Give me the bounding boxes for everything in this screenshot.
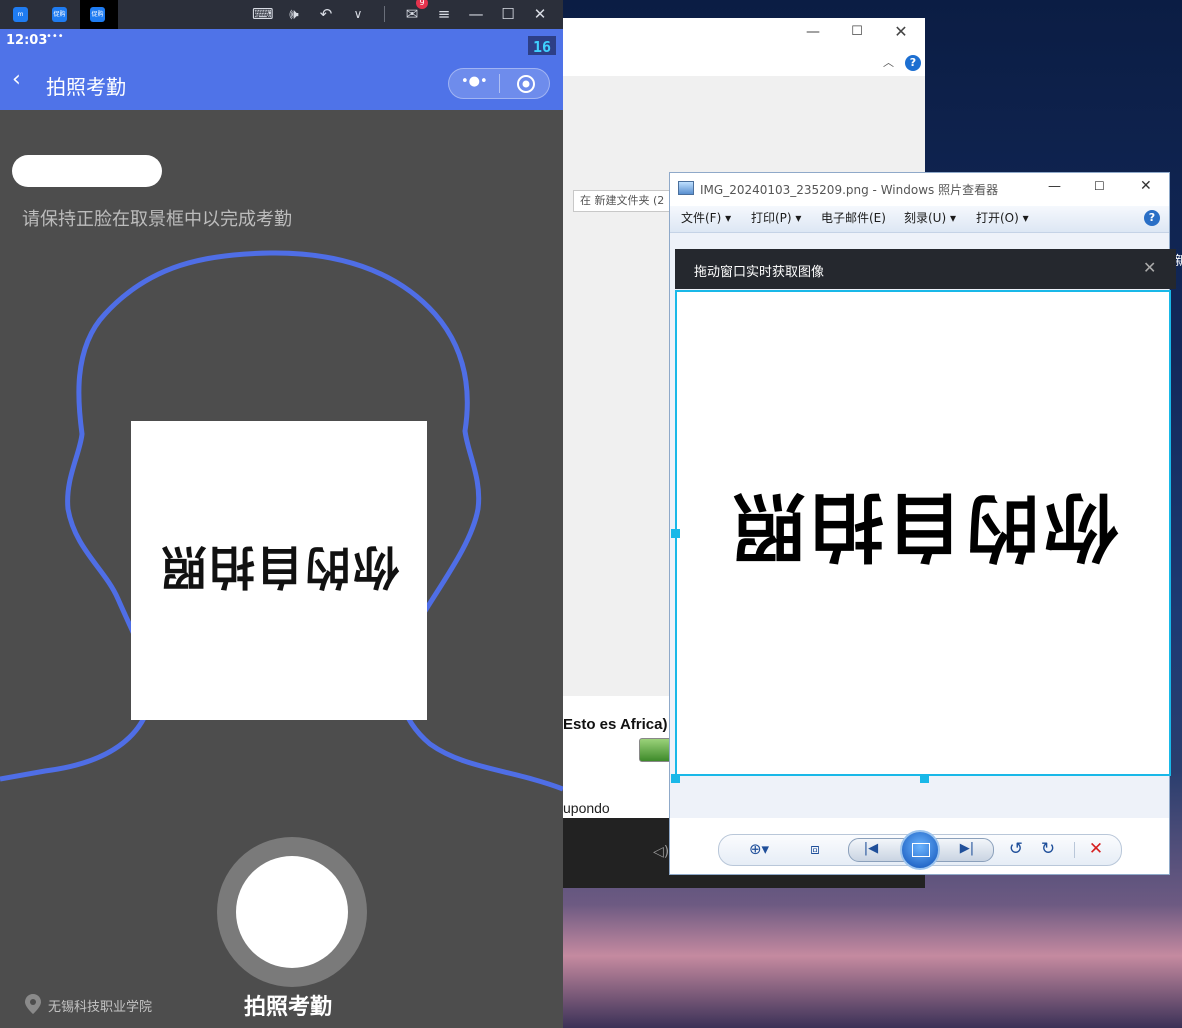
app-logo-icon[interactable]: m <box>13 7 28 22</box>
resize-handle[interactable] <box>671 774 680 783</box>
fit-window-icon[interactable]: ⧈ <box>802 837 828 861</box>
media-title: Esto es Africa) <box>563 716 668 733</box>
resize-handle[interactable] <box>671 529 680 538</box>
zoom-icon[interactable]: ⊕▾ <box>744 837 774 861</box>
minimize-icon[interactable]: — <box>466 4 486 24</box>
viewer-title: IMG_20240103_235209.png - Windows 照片查看器 <box>700 183 999 197</box>
rotate-right-icon[interactable]: ↻ <box>1036 837 1060 861</box>
viewer-toolbar: ⊕▾ ⧈ |◀ ▶| ↺ ↻ ✕ <box>670 818 1169 874</box>
slideshow-icon[interactable] <box>900 830 940 870</box>
camera-preview: 你的自拍照 <box>131 421 427 720</box>
capture-bar-title: 拖动窗口实时获取图像 <box>694 265 825 280</box>
shutter-label: 拍照考勤 <box>244 995 333 1020</box>
media-artist: upondo <box>563 800 610 816</box>
keyboard-icon[interactable]: ⌨ <box>252 4 274 24</box>
shutter-button[interactable] <box>217 837 367 987</box>
mail-badge: 9 <box>416 0 428 9</box>
minimize-icon[interactable]: — <box>803 24 823 44</box>
menu-email[interactable]: 电子邮件(E) <box>821 206 886 230</box>
close-icon[interactable]: ✕ <box>891 22 911 42</box>
menu-file[interactable]: 文件(F) ▾ <box>681 206 731 230</box>
menu-burn[interactable]: 刻录(U) ▾ <box>904 206 956 230</box>
menu-print[interactable]: 打印(P) ▾ <box>751 206 801 230</box>
photo-viewer-window: IMG_20240103_235209.png - Windows 照片查看器 … <box>669 172 1176 875</box>
close-icon[interactable]: ✕ <box>1140 178 1152 194</box>
viewer-titlebar: IMG_20240103_235209.png - Windows 照片查看器 … <box>670 173 1169 203</box>
help-icon[interactable]: ? <box>1144 210 1160 226</box>
speaker-icon[interactable]: ◁) <box>653 844 669 860</box>
location-pin-icon <box>24 993 42 1015</box>
resize-handle[interactable] <box>920 774 929 783</box>
undo-icon[interactable]: ↶ <box>316 4 336 24</box>
minimize-icon[interactable]: — <box>1048 179 1061 194</box>
menu-icon[interactable]: ≡ <box>434 4 454 24</box>
chevron-up-icon[interactable]: ︿ <box>883 54 894 70</box>
tab-app-icon[interactable]: 促购 <box>52 7 67 22</box>
maximize-icon[interactable]: ☐ <box>498 4 518 24</box>
capture-region[interactable]: 你的自拍照 <box>675 290 1171 776</box>
image-text: 你的自拍照 <box>728 483 1118 570</box>
maximize-icon[interactable]: ☐ <box>847 24 867 44</box>
shutter-inner <box>236 856 348 968</box>
menu-open[interactable]: 打开(O) ▾ <box>976 206 1029 230</box>
maximize-icon[interactable]: ☐ <box>1094 179 1105 193</box>
previous-icon[interactable]: |◀ <box>856 837 886 861</box>
chevron-down-icon[interactable]: ∨ <box>348 4 368 24</box>
help-icon[interactable]: ? <box>905 55 921 71</box>
preview-text: 你的自拍照 <box>159 540 399 595</box>
emulator-titlebar: m 促购 促购 ⌨ 🕪 ↶ ∨ ✉ 9 ≡ — ☐ ✕ <box>0 0 563 29</box>
capture-close-icon[interactable]: ✕ <box>1143 258 1156 277</box>
tab-app-icon[interactable]: 促购 <box>90 7 105 22</box>
delete-icon[interactable]: ✕ <box>1084 837 1108 861</box>
next-icon[interactable]: ▶| <box>952 837 982 861</box>
play-icon[interactable] <box>639 738 673 762</box>
phone-screen: 12:03 ••• 16 ‹ 拍照考勤 •●• 请保持正脸在取景框中以完成考勤 … <box>0 29 563 1028</box>
capture-bar: 拖动窗口实时获取图像 ✕ <box>675 249 1176 289</box>
viewer-menubar: 文件(F) ▾ 打印(P) ▾ 电子邮件(E) 刻录(U) ▾ 打开(O) ▾ … <box>670 206 1169 233</box>
photo-viewer-icon <box>678 181 694 195</box>
volume-icon[interactable]: 🕪 <box>284 4 304 24</box>
close-icon[interactable]: ✕ <box>530 4 550 24</box>
location-text: 无锡科技职业学院 <box>48 1000 153 1015</box>
rotate-left-icon[interactable]: ↺ <box>1004 837 1028 861</box>
search-input[interactable]: 在 新建文件夹 (2 <box>573 190 681 212</box>
